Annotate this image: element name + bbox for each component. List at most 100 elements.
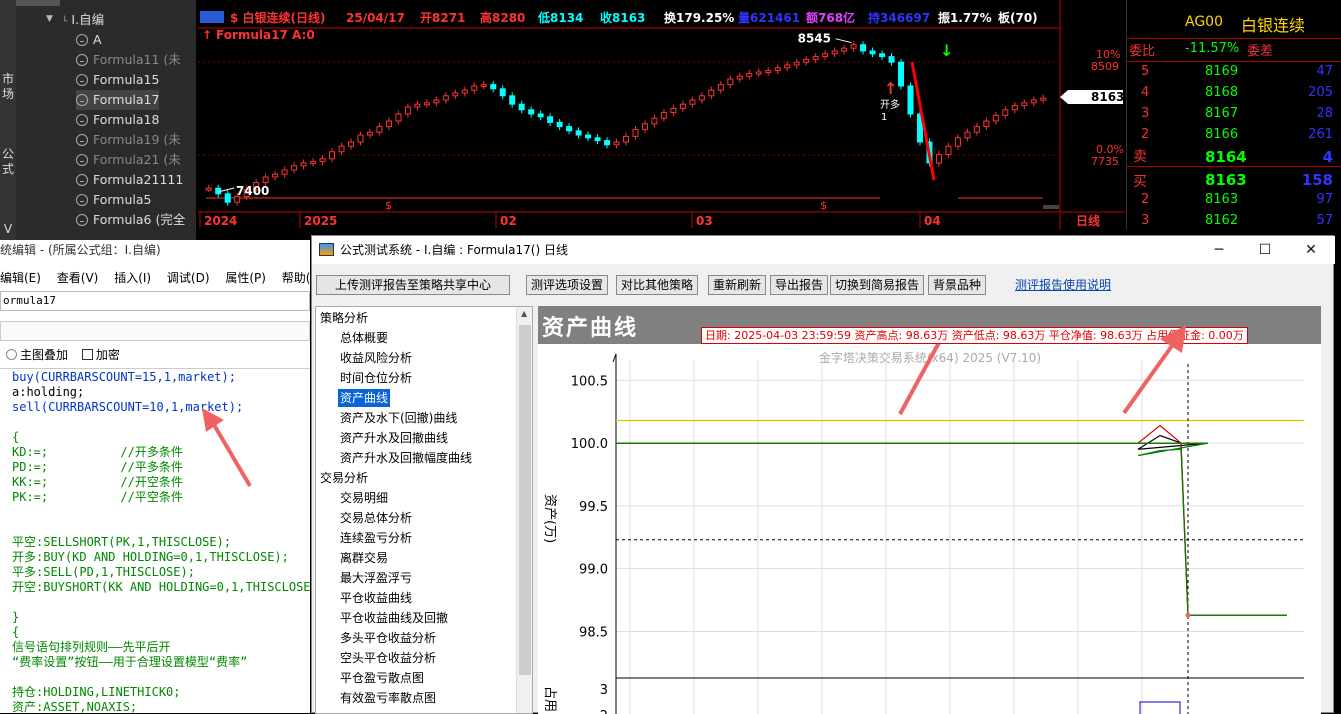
tree-item-label: Formula21 (未 <box>93 152 181 167</box>
param-field[interactable] <box>0 321 310 341</box>
axis-val-1: 7735 <box>1091 155 1119 168</box>
menu-insert[interactable]: 插入(I) <box>114 271 151 285</box>
nav-item[interactable]: 交易总体分析 <box>340 509 412 527</box>
quote-volume: 28 <box>1316 106 1333 121</box>
nav-item[interactable]: 离群交易 <box>340 549 388 567</box>
nav-item[interactable]: 空头平仓收益分析 <box>340 649 436 667</box>
nav-item[interactable]: 平仓盈亏散点图 <box>340 669 424 687</box>
simple-report-button[interactable]: 切换到简易报告 <box>830 275 925 295</box>
side-tab-formula-2[interactable]: 式 <box>0 162 16 176</box>
candle-body <box>272 173 279 178</box>
tree-item-label: Formula18 <box>93 112 160 127</box>
tree-item[interactable]: Formula17 <box>76 90 160 110</box>
tree-item[interactable]: Formula21 (未 <box>76 150 181 170</box>
nav-item[interactable]: 收益风险分析 <box>340 349 412 367</box>
nav-item[interactable]: 最大浮盈浮亏 <box>340 569 412 587</box>
candle-body <box>1011 105 1018 111</box>
nav-item[interactable]: 时间仓位分析 <box>340 369 412 387</box>
margin-tick-1: 2 <box>600 709 608 714</box>
candle-body <box>556 121 563 128</box>
candle-body <box>575 130 582 136</box>
side-tab-market-2[interactable]: 场 <box>0 87 16 101</box>
period-selector-icon <box>200 11 224 23</box>
tree-item[interactable]: Formula21111 <box>76 170 183 190</box>
tree-item[interactable]: Formula6 (完全 <box>76 210 185 230</box>
compare-strategy-button[interactable]: 对比其他策略 <box>616 275 699 295</box>
formula-test-dialog: 公式测试系统 - I.自编 : Formula17() 日线 ─ ☐ ✕ 上传测… <box>311 235 1335 714</box>
amount: 额768亿 <box>806 10 855 25</box>
tree-item[interactable]: Formula18 <box>76 110 159 130</box>
kline-chart-svg[interactable]: $ 白银连续(日线) 25/04/17 开8271 高8280 低8134 收8163 换1… <box>198 0 1125 230</box>
y-axis-label: 资产(万) <box>542 494 557 543</box>
kline-header: $ 白银连续(日线) 25/04/17 开8271 高8280 低8134 收8163 换1… <box>200 10 1038 25</box>
nav-item[interactable]: 连续盈亏分析 <box>340 529 412 547</box>
current-price-value: 8163 <box>1091 90 1124 104</box>
margin-tick-0: 3 <box>600 683 608 698</box>
candle-body <box>651 117 658 125</box>
candle-body <box>879 53 886 58</box>
close-icon[interactable]: ✕ <box>1288 236 1334 264</box>
tree-item[interactable]: Formula19 (未 <box>76 130 181 150</box>
tree-item[interactable]: Formula15 <box>76 70 159 90</box>
nav-item[interactable]: 资产升水及回撤幅度曲线 <box>340 449 472 467</box>
menu-edit[interactable]: 编辑(E) <box>0 271 41 285</box>
nav-item[interactable]: 总体概要 <box>340 329 388 347</box>
candle-body <box>860 44 867 52</box>
menu-view[interactable]: 查看(V) <box>57 271 99 285</box>
kline-chart[interactable]: $ 白银连续(日线) 25/04/17 开8271 高8280 低8134 收8163 换1… <box>198 0 1125 230</box>
code-line: buy(CURRBARSCOUNT=15,1,market); <box>12 370 236 384</box>
formula-editor: 统编辑 - (所属公式组：I.自编) 编辑(E) 查看(V) 插入(I) 调试(… <box>0 240 324 713</box>
collapse-chevron-icon[interactable]: ▼ <box>46 14 53 24</box>
report-help-link[interactable]: 测评报告使用说明 <box>1015 275 1111 295</box>
tree-item[interactable]: Formula11 (未 <box>76 50 181 70</box>
candle-body <box>784 64 791 69</box>
nav-item[interactable]: 多头平仓收益分析 <box>340 629 436 647</box>
candle-body <box>964 131 971 139</box>
nav-item[interactable]: 资产曲线 <box>338 389 391 407</box>
menu-debug[interactable]: 调试(D) <box>167 271 210 285</box>
quote-level: 5 <box>1141 64 1150 79</box>
side-tab-v[interactable]: V <box>0 222 16 236</box>
nav-item[interactable]: 资产升水及回撤曲线 <box>340 429 448 447</box>
nav-item[interactable]: 有效盈亏率散点图 <box>340 689 436 707</box>
code-line: 平多:SELL(PD,1,THISCLOSE); <box>12 565 195 579</box>
nav-scrollbar[interactable]: ▲ <box>516 307 532 713</box>
quote-price: 8166 <box>1205 127 1239 142</box>
y-tick-0: 100.5 <box>571 374 608 389</box>
candle-body <box>1002 109 1009 116</box>
nav-item[interactable]: 平仓收益曲线及回撤 <box>340 609 448 627</box>
tree-item[interactable]: A <box>76 30 102 50</box>
overlay-radio[interactable] <box>6 349 17 360</box>
tree-folder[interactable]: └ I.自编 <box>62 10 104 32</box>
candle-body <box>973 126 980 133</box>
encrypt-checkbox[interactable] <box>81 349 93 360</box>
candle-body <box>528 109 535 115</box>
background-variety-button[interactable]: 背景品种 <box>928 275 987 295</box>
nav-item[interactable]: 平仓收益曲线 <box>340 589 412 607</box>
export-report-button[interactable]: 导出报告 <box>770 275 829 295</box>
nav-group[interactable]: 策略分析 <box>320 309 368 327</box>
refresh-button[interactable]: 重新刷新 <box>708 275 767 295</box>
margin-axis-label: 占用 <box>542 686 557 712</box>
candle-body <box>509 95 516 105</box>
candle-body <box>1040 97 1047 101</box>
upload-report-button[interactable]: 上传测评报告至策略共享中心 <box>316 275 510 295</box>
nav-scrollbar-thumb[interactable] <box>519 325 531 675</box>
nav-group[interactable]: 交易分析 <box>320 469 368 487</box>
maximize-icon[interactable]: ☐ <box>1242 236 1288 264</box>
nav-item[interactable]: 资产及水下(回撤)曲线 <box>340 409 457 427</box>
menu-property[interactable]: 属性(P) <box>225 271 266 285</box>
code-editor[interactable]: buy(CURRBARSCOUNT=15,1,market); a:holding… <box>0 368 310 713</box>
tree-item[interactable]: Formula5 <box>76 190 152 210</box>
quote-volume: 97 <box>1316 192 1333 207</box>
y-tick-1: 100.0 <box>571 437 608 452</box>
minimize-icon[interactable]: ─ <box>1196 236 1242 264</box>
nav-item[interactable]: 交易明细 <box>340 489 388 507</box>
editor-menu-bar: 编辑(E) 查看(V) 插入(I) 调试(D) 属性(P) 帮助(H) <box>0 268 336 288</box>
candle-body <box>338 145 345 153</box>
side-tab-formula-1[interactable]: 公 <box>0 147 16 161</box>
scroll-up-icon[interactable]: ▲ <box>521 309 527 318</box>
formula-name-field[interactable]: ormula17 <box>0 291 310 311</box>
side-tab-market-1[interactable]: 市 <box>0 72 16 86</box>
test-options-button[interactable]: 测评选项设置 <box>526 275 609 295</box>
